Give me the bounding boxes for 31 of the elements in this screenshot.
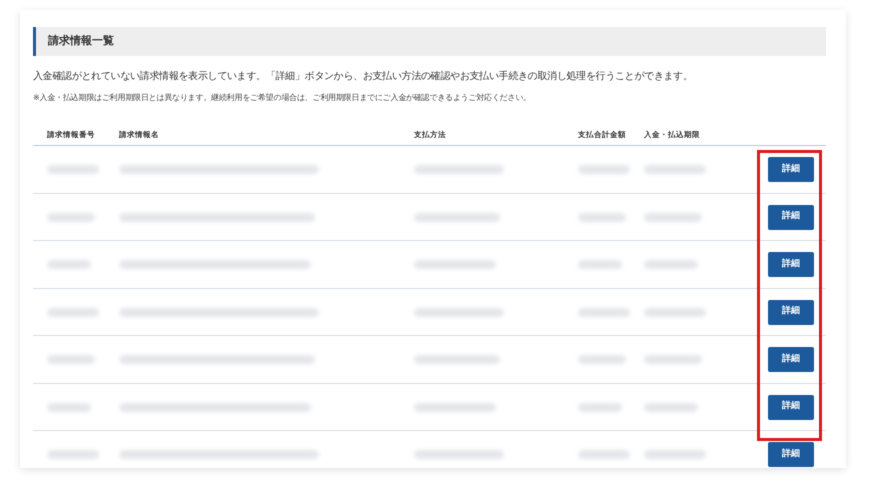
- blurred-text: [47, 212, 95, 222]
- blurred-text: [644, 355, 702, 364]
- blurred-text: [578, 165, 630, 174]
- blurred-text: [578, 402, 622, 412]
- detail-button[interactable]: 詳細: [768, 394, 814, 420]
- blurred-text: [47, 260, 91, 270]
- description-text: 入金確認がとれていない請求情報を表示しています。「詳細」ボタンから、お支払い方法の確認やお支払い手続きの取消し処理を行うことができます。: [33, 70, 694, 84]
- detail-button[interactable]: 詳細: [768, 300, 814, 325]
- detail-button[interactable]: 詳細: [768, 347, 814, 372]
- blurred-text: [644, 212, 702, 222]
- blurred-text: [47, 402, 91, 412]
- blurred-text: [47, 355, 95, 364]
- detail-button[interactable]: 詳細: [768, 157, 814, 182]
- blurred-text: [644, 308, 706, 317]
- blurred-text: [47, 308, 99, 317]
- note-text: ※入金・払込期限はご利用期限日とは異なります。継続利用をご希望の場合は、ご利用期限日までにご入金が確認できるようご対応ください。: [33, 92, 532, 104]
- blurred-text: [578, 355, 626, 364]
- blurred-text: [644, 260, 698, 270]
- detail-button[interactable]: 詳細: [768, 252, 814, 278]
- blurred-text: [644, 165, 706, 174]
- blurred-text: [47, 165, 99, 174]
- blurred-text: [578, 260, 622, 270]
- blurred-text: [578, 450, 630, 460]
- detail-button[interactable]: 詳細: [768, 204, 814, 230]
- blurred-text: [47, 450, 99, 460]
- blurred-text: [644, 450, 706, 460]
- blurred-text: [578, 212, 626, 222]
- blurred-text: [578, 308, 630, 317]
- detail-button[interactable]: 詳細: [768, 442, 814, 468]
- section-title: 請求情報一覧: [33, 27, 826, 56]
- blurred-text: [644, 402, 698, 412]
